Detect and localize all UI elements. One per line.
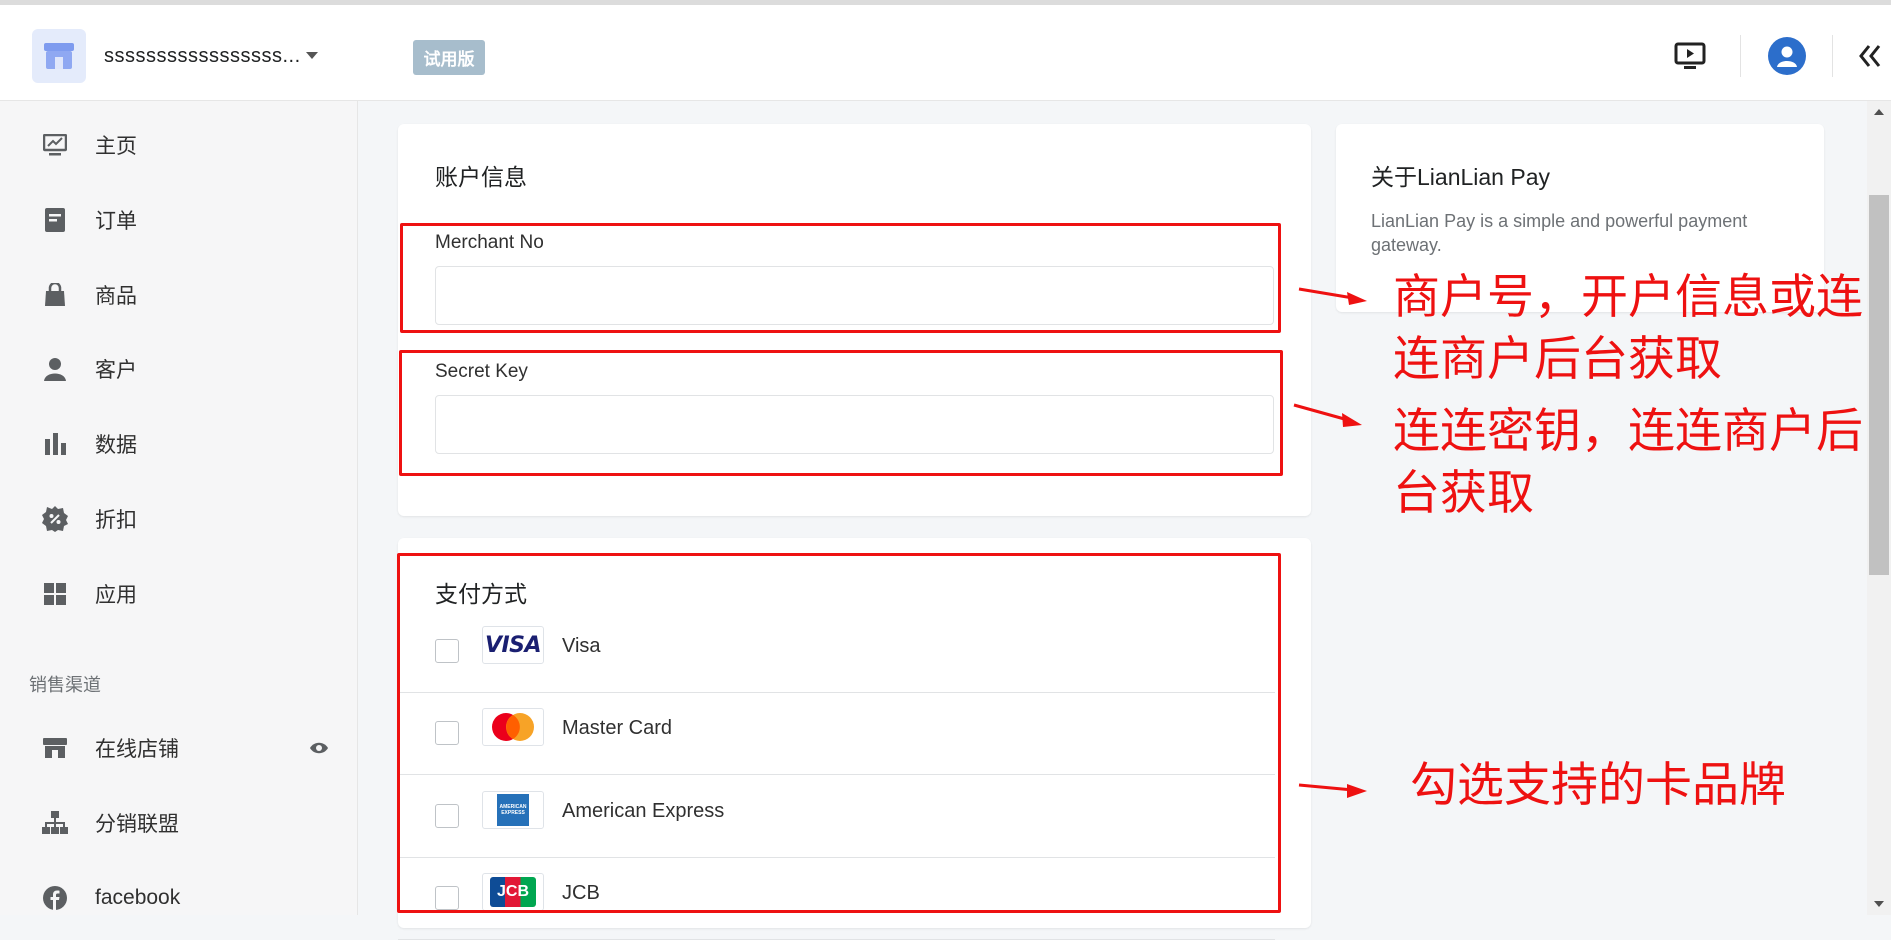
sidebar-item-online-store[interactable]: 在线店铺 xyxy=(0,723,358,773)
sidebar-item-home[interactable]: 主页 xyxy=(0,120,358,170)
secret-annotation-line-1: 连连密钥，连连商户后 xyxy=(1393,404,1863,459)
tutorial-video-icon[interactable] xyxy=(1673,41,1707,71)
sidebar-item-label: 商品 xyxy=(95,285,137,308)
payment-annotation: 勾选支持的卡品牌 xyxy=(1410,758,1786,813)
sidebar-item-label: 订单 xyxy=(95,210,137,233)
sidebar-item-label: 主页 xyxy=(95,135,137,158)
eye-icon[interactable] xyxy=(308,737,330,759)
merchant-highlight-box xyxy=(400,223,1281,333)
scrollbar-thumb[interactable] xyxy=(1869,195,1889,575)
chevron-down-icon[interactable] xyxy=(306,52,318,59)
facebook-icon xyxy=(40,883,70,913)
about-description: LianLian Pay is a simple and powerful pa… xyxy=(1371,211,1748,255)
merchant-annotation-line-2: 连商户后台获取 xyxy=(1393,332,1722,387)
account-card-title: 账户信息 xyxy=(435,164,527,190)
order-icon xyxy=(40,205,70,235)
store-icon xyxy=(44,43,74,69)
bag-icon xyxy=(40,280,70,310)
avatar[interactable] xyxy=(1768,37,1806,75)
payment-highlight-box xyxy=(397,553,1281,913)
sidebar-item-label: facebook xyxy=(95,886,181,909)
sidebar-item-label: 分销联盟 xyxy=(95,813,179,836)
chart-icon xyxy=(40,130,70,160)
sidebar-item-affiliate[interactable]: 分销联盟 xyxy=(0,798,358,848)
sidebar-item-label: 客户 xyxy=(95,359,137,382)
network-icon xyxy=(40,808,70,838)
store-icon xyxy=(40,733,70,763)
sidebar-item-apps[interactable]: 应用 xyxy=(0,569,358,619)
sidebar-item-orders[interactable]: 订单 xyxy=(0,195,358,245)
sidebar-item-label: 数据 xyxy=(95,434,137,457)
user-icon xyxy=(1777,46,1797,67)
store-name[interactable]: sssssssssssssssss... xyxy=(104,45,301,68)
person-icon xyxy=(40,354,70,384)
bar-chart-icon xyxy=(40,429,70,459)
scroll-down-icon[interactable] xyxy=(1873,900,1885,908)
store-logo[interactable] xyxy=(32,29,86,83)
annotation-arrow-icon xyxy=(1298,287,1367,305)
header-divider xyxy=(1740,35,1741,77)
scroll-up-icon[interactable] xyxy=(1873,108,1885,116)
sidebar-item-label: 折扣 xyxy=(95,509,137,532)
top-bar: sssssssssssssssss... 试用版 xyxy=(0,0,1891,101)
sidebar-item-facebook[interactable]: facebook xyxy=(0,873,358,923)
sales-channels-heading: 销售渠道 xyxy=(29,675,101,695)
apps-icon xyxy=(40,579,70,609)
collapse-icon[interactable] xyxy=(1856,41,1884,71)
header-divider xyxy=(1832,35,1833,77)
secret-highlight-box xyxy=(399,350,1283,476)
sidebar: 主页 订单 商品 客户 数据 折扣 应用 销售渠道 在线店铺 分销联盟 face… xyxy=(0,101,358,915)
sidebar-item-analytics[interactable]: 数据 xyxy=(0,419,358,469)
trial-badge: 试用版 xyxy=(413,40,485,75)
about-title: 关于LianLian Pay xyxy=(1371,164,1550,190)
sidebar-item-customers[interactable]: 客户 xyxy=(0,344,358,394)
annotation-arrow-icon xyxy=(1298,783,1367,798)
sidebar-item-label: 在线店铺 xyxy=(95,738,179,761)
merchant-annotation-line-1: 商户号，开户信息或连 xyxy=(1393,270,1863,325)
secret-annotation-line-2: 台获取 xyxy=(1393,466,1534,521)
annotation-arrow-icon xyxy=(1293,403,1362,427)
sidebar-item-label: 应用 xyxy=(95,584,137,607)
sidebar-item-discounts[interactable]: 折扣 xyxy=(0,494,358,544)
sidebar-item-products[interactable]: 商品 xyxy=(0,270,358,320)
discount-icon xyxy=(40,504,70,534)
